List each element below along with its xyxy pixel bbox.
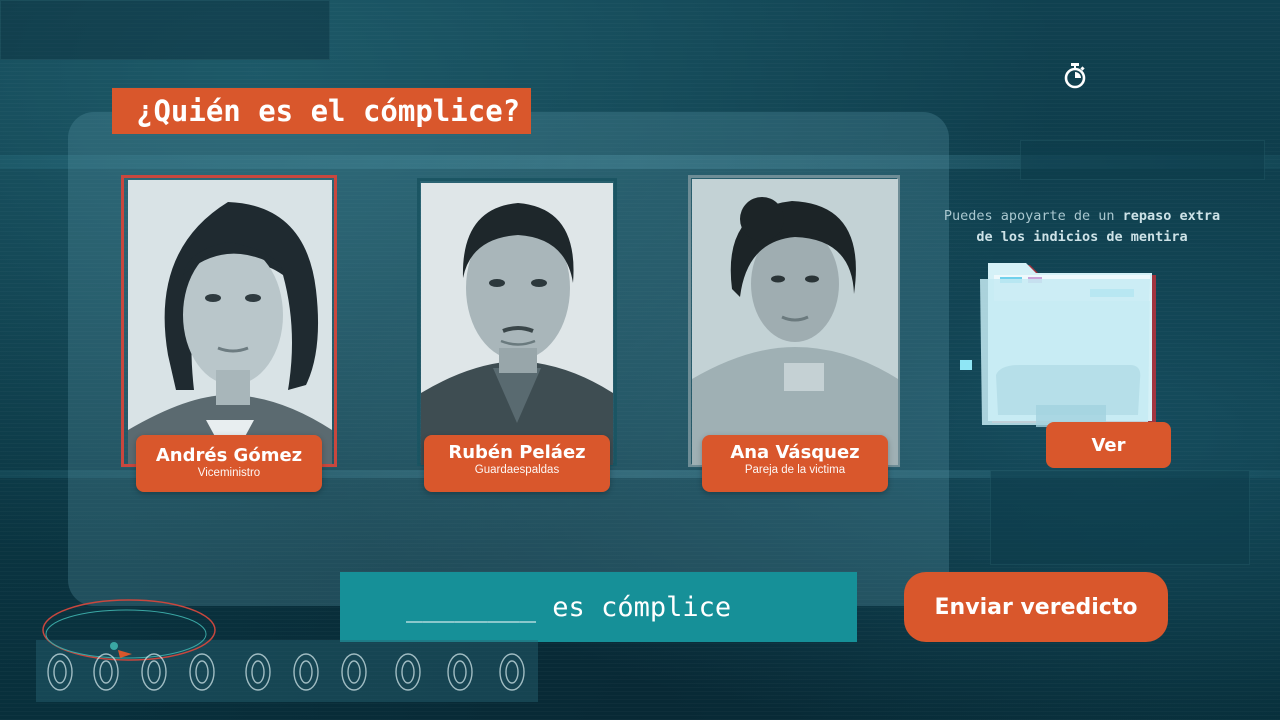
hint-text: Puedes apoyarte de un repaso extra de lo… <box>918 206 1246 248</box>
title-banner: ¿Quién es el cómplice? <box>112 88 531 134</box>
fingerprint-icon <box>36 599 538 702</box>
suspect-label-ruben[interactable]: Rubén Peláez Guardaespaldas <box>424 435 610 492</box>
suspect-card-ruben[interactable] <box>417 178 617 466</box>
page-title: ¿Quién es el cómplice? <box>136 94 521 128</box>
submit-verdict-button[interactable]: Enviar veredicto <box>904 572 1168 642</box>
hint-text-part: Puedes apoyarte de un <box>943 208 1123 224</box>
suspect-photo <box>421 183 613 465</box>
suspect-card-ana[interactable] <box>688 175 900 467</box>
answer-suffix: es cómplice <box>536 592 732 623</box>
suspect-role: Viceministro <box>197 467 261 479</box>
suspect-card-andres[interactable] <box>121 175 337 467</box>
suspect-label-andres[interactable]: Andrés Gómez Viceministro <box>136 435 322 492</box>
hint-text-emphasis: de los indicios de mentira <box>976 229 1188 245</box>
suspect-label-ana[interactable]: Ana Vásquez Pareja de la victima <box>702 435 888 492</box>
background-block <box>990 470 1250 565</box>
background-block <box>0 0 330 60</box>
suspect-name: Andrés Gómez <box>155 445 303 466</box>
suspect-photo <box>128 180 332 464</box>
suspect-name: Ana Vásquez <box>730 442 860 463</box>
suspect-photo <box>692 179 898 465</box>
view-hints-button[interactable]: Ver <box>1046 422 1171 468</box>
hint-text-emphasis: repaso extra <box>1122 208 1221 224</box>
stopwatch-icon <box>1064 63 1086 89</box>
suspect-name: Rubén Peláez <box>448 442 586 463</box>
suspect-role: Pareja de la victima <box>744 464 846 476</box>
background-block <box>1020 140 1265 180</box>
suspect-role: Guardaespaldas <box>474 464 560 476</box>
folder-icon[interactable] <box>960 255 1165 435</box>
